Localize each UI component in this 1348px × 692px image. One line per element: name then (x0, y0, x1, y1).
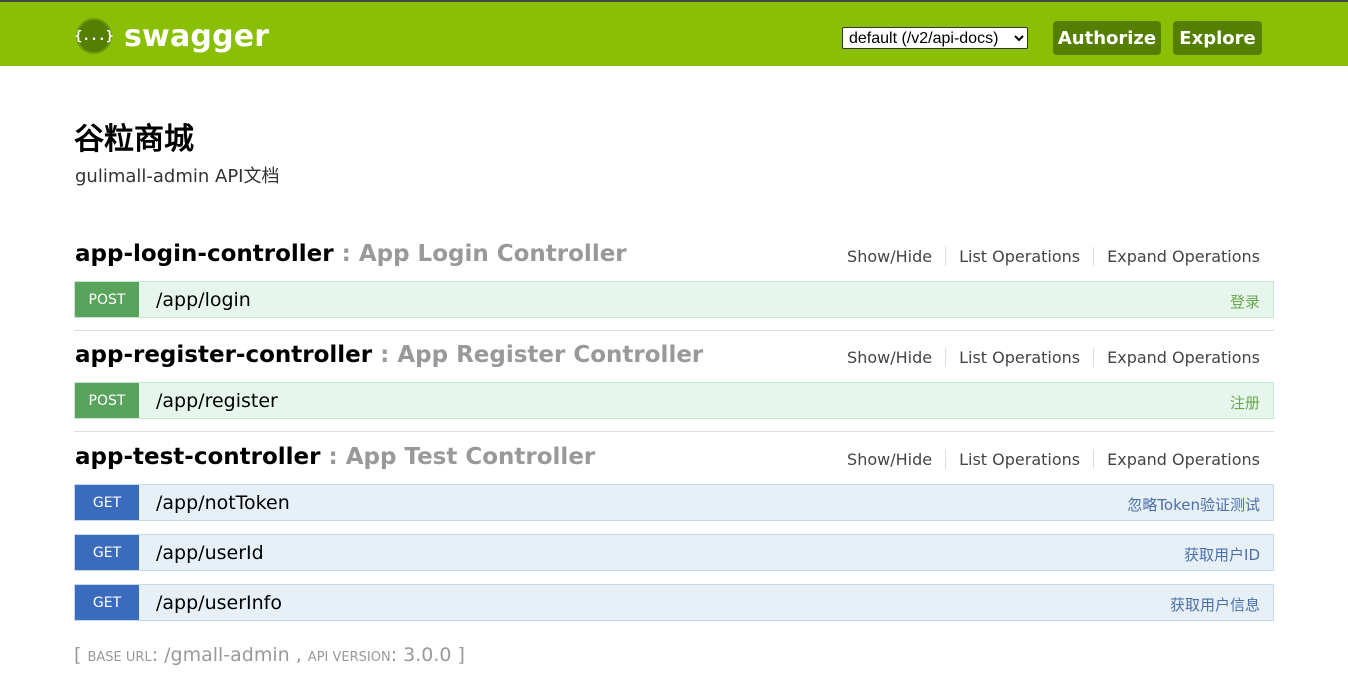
footer-sep: : (151, 644, 165, 666)
http-method-badge[interactable]: GET (75, 485, 139, 520)
operation-summary[interactable]: 忽略Token验证测试 (1127, 494, 1260, 515)
show-hide-link[interactable]: Show/Hide (847, 450, 947, 469)
http-method-badge[interactable]: POST (75, 383, 139, 418)
brand-name: swagger (124, 18, 270, 54)
resource-heading: app-register-controller : App Register C… (74, 338, 1274, 382)
resource-name[interactable]: app-register-controller : App Register C… (75, 342, 703, 368)
resource-app-test-controller: app-test-controller : App Test Controlle… (74, 440, 1274, 634)
http-method-badge[interactable]: GET (75, 535, 139, 570)
operation-path[interactable]: /app/login (156, 289, 251, 311)
operation-summary[interactable]: 获取用户信息 (1170, 594, 1260, 615)
show-hide-link[interactable]: Show/Hide (847, 348, 947, 367)
resource-name[interactable]: app-login-controller : App Login Control… (75, 241, 627, 267)
operation-row[interactable]: GET /app/userId 获取用户ID (74, 534, 1274, 571)
resource-app-login-controller: app-login-controller : App Login Control… (74, 237, 1274, 331)
base-url-value: /gmall-admin (164, 644, 290, 666)
resource-app-register-controller: app-register-controller : App Register C… (74, 338, 1274, 432)
base-url-label: Base URL (87, 650, 152, 665)
show-hide-link[interactable]: Show/Hide (847, 247, 947, 266)
footer-close-bracket: ] (451, 644, 465, 666)
top-bar: {...} swagger default (/v2/api-docs) Aut… (0, 0, 1348, 66)
operation-summary[interactable]: 注册 (1230, 392, 1260, 413)
operation-summary[interactable]: 获取用户ID (1184, 544, 1260, 565)
resource-options: Show/Hide List Operations Expand Operati… (847, 247, 1260, 266)
expand-operations-link[interactable]: Expand Operations (1094, 348, 1260, 367)
operation-path[interactable]: /app/userInfo (156, 592, 282, 614)
api-version-label: Api Version (307, 650, 391, 665)
resource-name-text[interactable]: app-test-controller (75, 444, 320, 470)
resource-description: : App Test Controller (320, 444, 596, 470)
api-description: gulimall-admin API文档 (75, 166, 280, 187)
resource-divider (74, 431, 1274, 432)
http-method-badge[interactable]: GET (75, 585, 139, 620)
resource-description: : App Register Controller (372, 342, 704, 368)
footer-comma: , (289, 644, 308, 666)
operation-row[interactable]: POST /app/login 登录 (74, 281, 1274, 318)
footer-sep: : (390, 644, 404, 666)
spec-selector[interactable]: default (/v2/api-docs) (842, 27, 1028, 49)
resource-description: : App Login Controller (333, 241, 627, 267)
operation-summary[interactable]: 登录 (1230, 291, 1260, 312)
operation-row[interactable]: GET /app/userInfo 获取用户信息 (74, 584, 1274, 621)
list-operations-link[interactable]: List Operations (946, 450, 1095, 469)
resource-name-text[interactable]: app-register-controller (75, 342, 372, 368)
operation-row[interactable]: POST /app/register 注册 (74, 382, 1274, 419)
resource-heading: app-test-controller : App Test Controlle… (74, 440, 1274, 484)
api-version-value: 3.0.0 (403, 644, 452, 666)
operation-path[interactable]: /app/register (156, 390, 278, 412)
list-operations-link[interactable]: List Operations (946, 348, 1095, 367)
resource-options: Show/Hide List Operations Expand Operati… (847, 348, 1260, 367)
api-footer: [ Base URL: /gmall-admin , Api Version: … (74, 644, 465, 666)
list-operations-link[interactable]: List Operations (946, 247, 1095, 266)
resource-name[interactable]: app-test-controller : App Test Controlle… (75, 444, 595, 470)
expand-operations-link[interactable]: Expand Operations (1094, 247, 1260, 266)
authorize-button[interactable]: Authorize (1053, 21, 1161, 55)
resource-divider (74, 330, 1274, 331)
swagger-logo[interactable]: {...} swagger (74, 18, 270, 54)
resource-name-text[interactable]: app-login-controller (75, 241, 334, 267)
api-title: 谷粒商城 (74, 122, 194, 157)
resource-heading: app-login-controller : App Login Control… (74, 237, 1274, 281)
operation-row[interactable]: GET /app/notToken 忽略Token验证测试 (74, 484, 1274, 521)
explore-button[interactable]: Explore (1173, 21, 1262, 55)
swagger-logo-icon: {...} (74, 18, 114, 54)
operation-path[interactable]: /app/userId (156, 542, 264, 564)
operation-path[interactable]: /app/notToken (156, 492, 290, 514)
http-method-badge[interactable]: POST (75, 282, 139, 317)
footer-open-bracket: [ (74, 644, 88, 666)
expand-operations-link[interactable]: Expand Operations (1094, 450, 1260, 469)
resource-options: Show/Hide List Operations Expand Operati… (847, 450, 1260, 469)
